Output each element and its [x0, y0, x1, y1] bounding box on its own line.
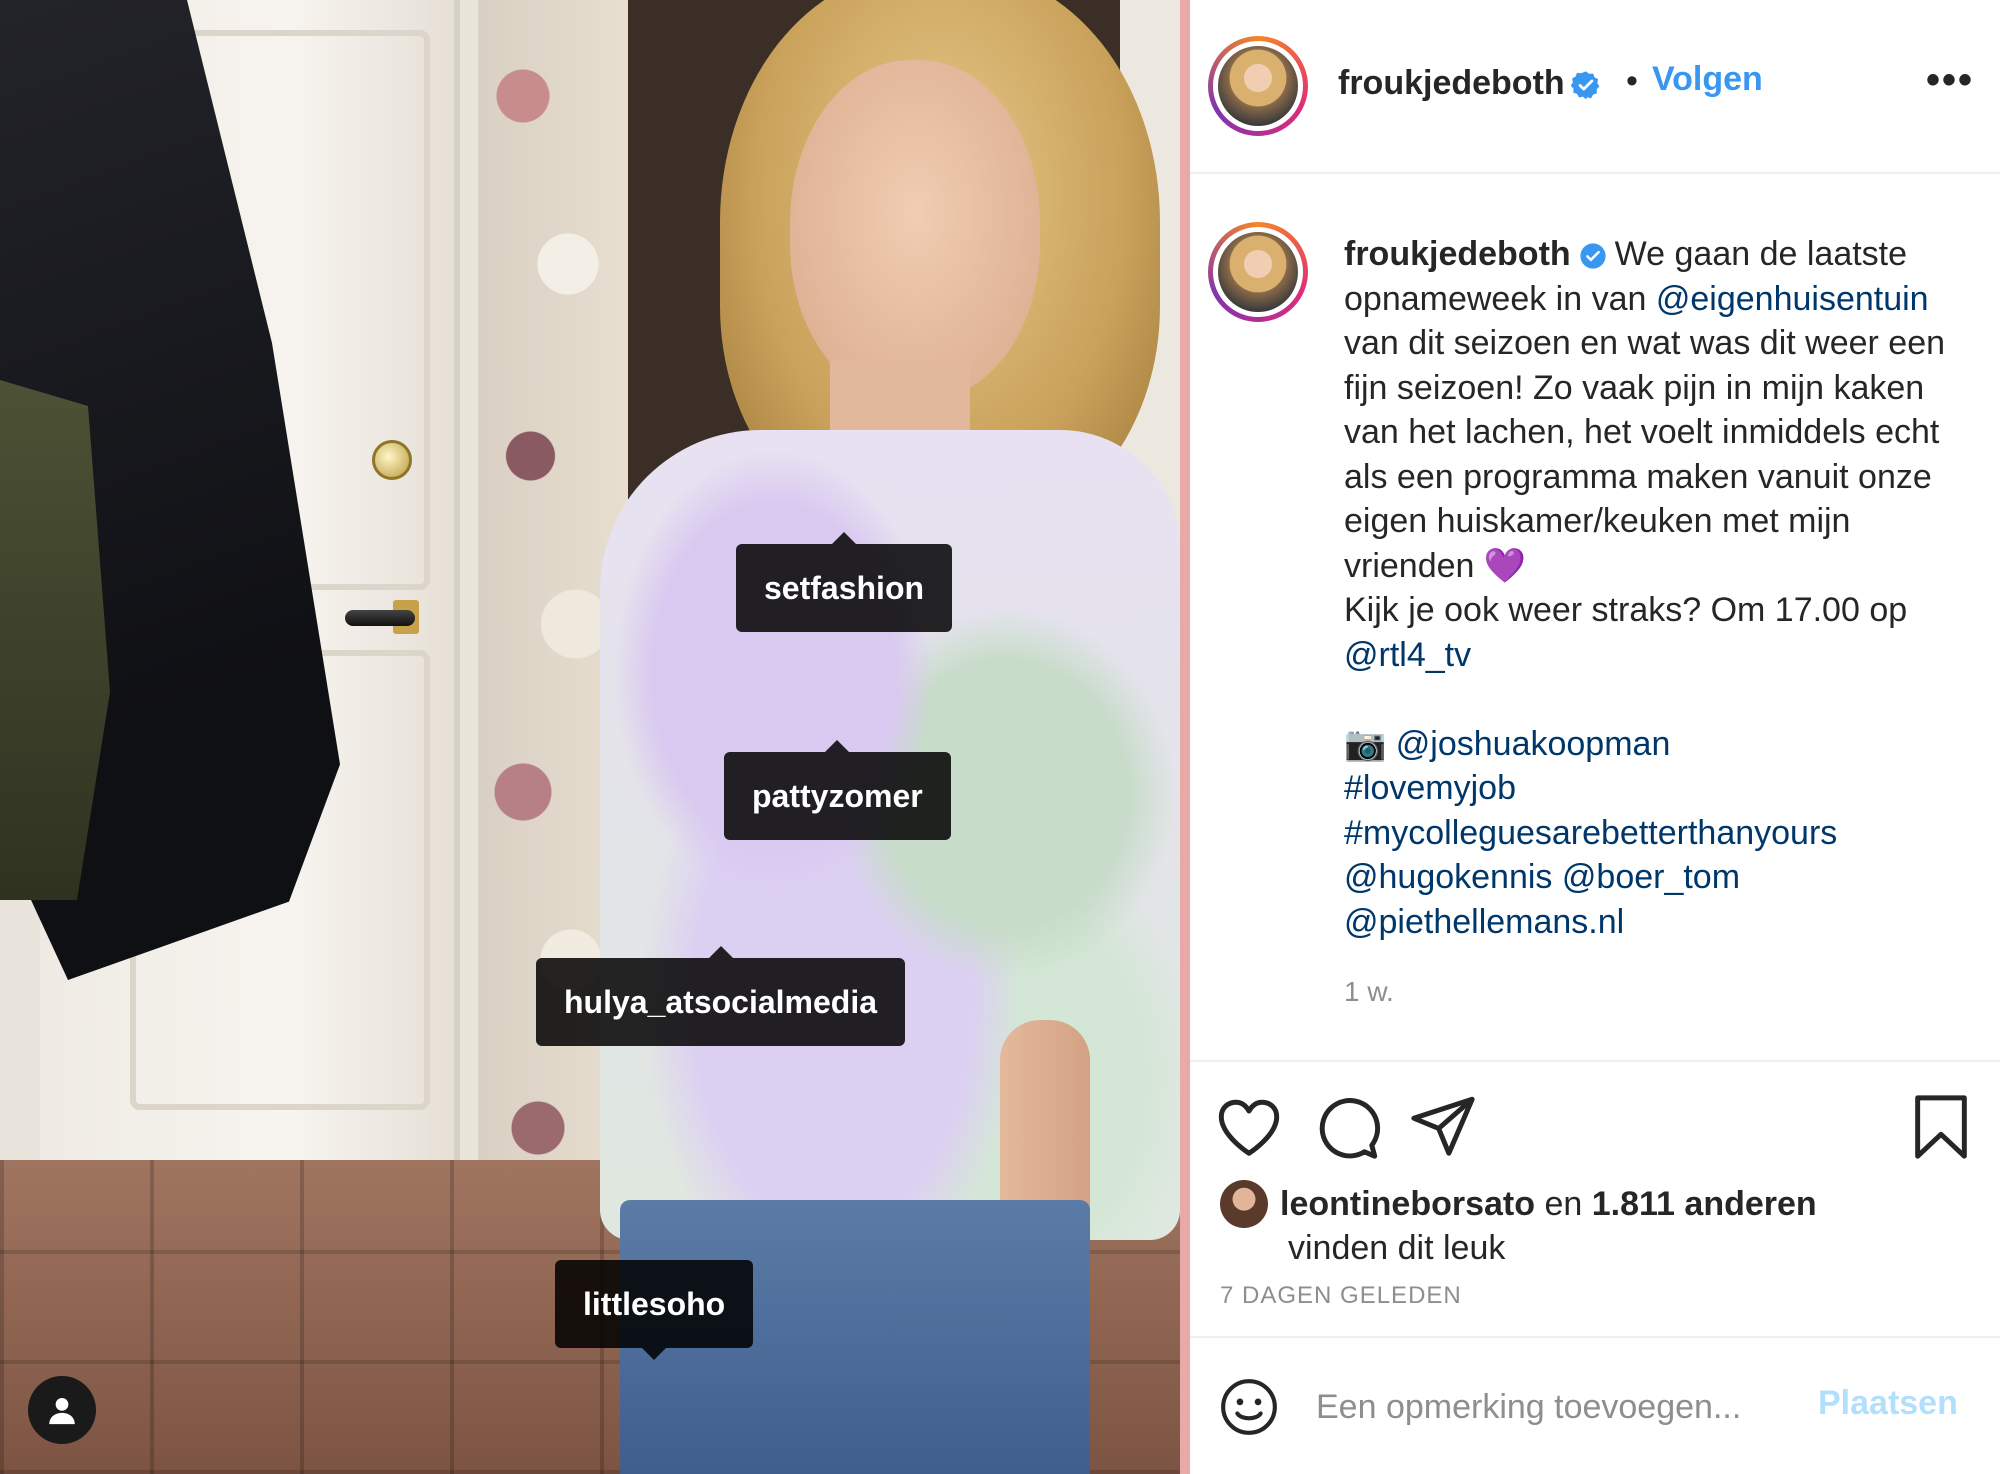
user-tags-button[interactable] — [28, 1376, 96, 1444]
photo-tag[interactable]: pattyzomer — [724, 740, 951, 840]
caption-text-segment: fijn seizoen! Zo vaak pijn in mijn kaken — [1344, 368, 1925, 407]
header-username[interactable]: froukjedeboth — [1338, 64, 1601, 103]
caption-mention[interactable]: @joshuakoopman — [1396, 725, 1671, 763]
person-face — [790, 60, 1040, 400]
door-handle — [345, 610, 415, 626]
post-sidebar: froukjedeboth • Volgen ••• froukjedeboth… — [1190, 0, 2000, 1474]
post-actions: leontineborsato en 1.811 anderen vinden … — [1190, 1060, 2000, 1330]
heart-icon[interactable] — [1214, 1092, 1284, 1162]
follow-button[interactable]: Volgen — [1652, 60, 1763, 99]
caption-line: van dit seizoen en wat was dit weer een — [1344, 321, 1984, 366]
caption-line: als een programma maken vanuit onze — [1344, 455, 1984, 500]
verified-badge-icon — [1580, 243, 1606, 269]
caption-mention[interactable]: @eigenhuisentuin — [1656, 280, 1929, 318]
caption-mention[interactable]: @hugokennis — [1344, 858, 1552, 896]
caption-text-segment: als een programma maken vanuit onze — [1344, 457, 1932, 496]
post-date[interactable]: 7 DAGEN GELEDEN — [1220, 1282, 1462, 1310]
caption-hashtag[interactable]: #lovemyjob — [1344, 769, 1516, 807]
avatar[interactable] — [1220, 1180, 1268, 1228]
caption-text-segment: Kijk je ook weer straks? Om 17.00 op — [1344, 591, 1908, 629]
bookmark-icon[interactable] — [1906, 1092, 1976, 1162]
caption-mention[interactable]: @piethellemans.nl — [1344, 903, 1624, 941]
caption-line: fijn seizoen! Zo vaak pijn in mijn kaken — [1344, 366, 1984, 411]
share-icon[interactable] — [1408, 1092, 1478, 1162]
caption-line: opnameweek in van @eigenhuisentuin — [1344, 277, 1984, 322]
photo-panel-divider — [1180, 0, 1190, 1474]
caption-text-segment: 📷 — [1344, 724, 1396, 763]
caption-username[interactable]: froukjedeboth — [1344, 235, 1571, 273]
liked-by-others[interactable]: 1.811 anderen — [1592, 1185, 1817, 1223]
caption-line: van het lachen, het voelt inmiddels echt — [1344, 410, 1984, 455]
door-knob — [372, 440, 412, 480]
avatar[interactable] — [1208, 36, 1308, 136]
post-header: froukjedeboth • Volgen ••• — [1190, 0, 2000, 174]
likes-summary: leontineborsato en 1.811 anderen vinden … — [1220, 1172, 1980, 1272]
caption-line: Kijk je ook weer straks? Om 17.00 op — [1344, 588, 1984, 633]
photo-tag[interactable]: setfashion — [736, 532, 953, 632]
caption-text-segment: van dit seizoen en wat was dit weer een — [1344, 324, 1946, 362]
caption-line: #lovemyjob — [1344, 766, 1984, 811]
caption-mention[interactable]: @rtl4_tv — [1344, 636, 1471, 674]
caption-text-segment: eigen huiskamer/keuken met mijn — [1344, 502, 1851, 540]
likes-suffix: vinden dit leuk — [1288, 1229, 1506, 1267]
avatar[interactable] — [1208, 222, 1308, 322]
liked-by-user[interactable]: leontineborsato — [1280, 1185, 1535, 1223]
post-photo[interactable]: setfashion pattyzomer hulya_atsocialmedi… — [0, 0, 1180, 1474]
header-separator: • — [1626, 62, 1638, 100]
post-age[interactable]: 1 w. — [1344, 976, 1394, 1008]
caption-text-segment: opnameweek in van — [1344, 279, 1656, 318]
caption-hashtag[interactable]: #mycolleguesarebetterthanyours — [1344, 814, 1837, 852]
caption-mention[interactable]: @boer_tom — [1562, 858, 1740, 896]
caption-line: @rtl4_tv — [1344, 633, 1984, 678]
person-icon — [49, 1397, 75, 1425]
comment-icon[interactable] — [1312, 1092, 1382, 1162]
verified-badge-icon — [1570, 71, 1600, 100]
caption-line: 📷 @joshuakoopman — [1344, 722, 1984, 767]
post-comment-button[interactable]: Plaatsen — [1818, 1384, 1958, 1423]
photo-tag[interactable]: hulya_atsocialmedia — [536, 946, 906, 1046]
caption-text-segment — [1552, 858, 1561, 896]
comment-form: Plaatsen — [1190, 1336, 2000, 1474]
caption-text: froukjedeboth We gaan de laatste opnamew… — [1344, 232, 1984, 944]
caption-line: @hugokennis @boer_tom — [1344, 855, 1984, 900]
caption-line: #mycolleguesarebetterthanyours — [1344, 811, 1984, 856]
caption-line: @piethellemans.nl — [1344, 900, 1984, 945]
caption-text-segment: We gaan de laatste — [1614, 235, 1908, 273]
comment-input[interactable] — [1316, 1372, 1796, 1442]
more-options-icon[interactable]: ••• — [1920, 60, 1980, 110]
photo-tag[interactable]: littlesoho — [555, 1260, 754, 1360]
caption-line: vrienden 💜 — [1344, 544, 1984, 589]
caption-text-segment: van het lachen, het voelt inmiddels echt — [1344, 413, 1940, 451]
caption-section: froukjedeboth We gaan de laatste opnamew… — [1190, 176, 2000, 1056]
smiley-icon[interactable] — [1218, 1376, 1280, 1438]
caption-line: eigen huiskamer/keuken met mijn — [1344, 499, 1984, 544]
caption-text-segment: vrienden 💜 — [1344, 546, 1527, 585]
